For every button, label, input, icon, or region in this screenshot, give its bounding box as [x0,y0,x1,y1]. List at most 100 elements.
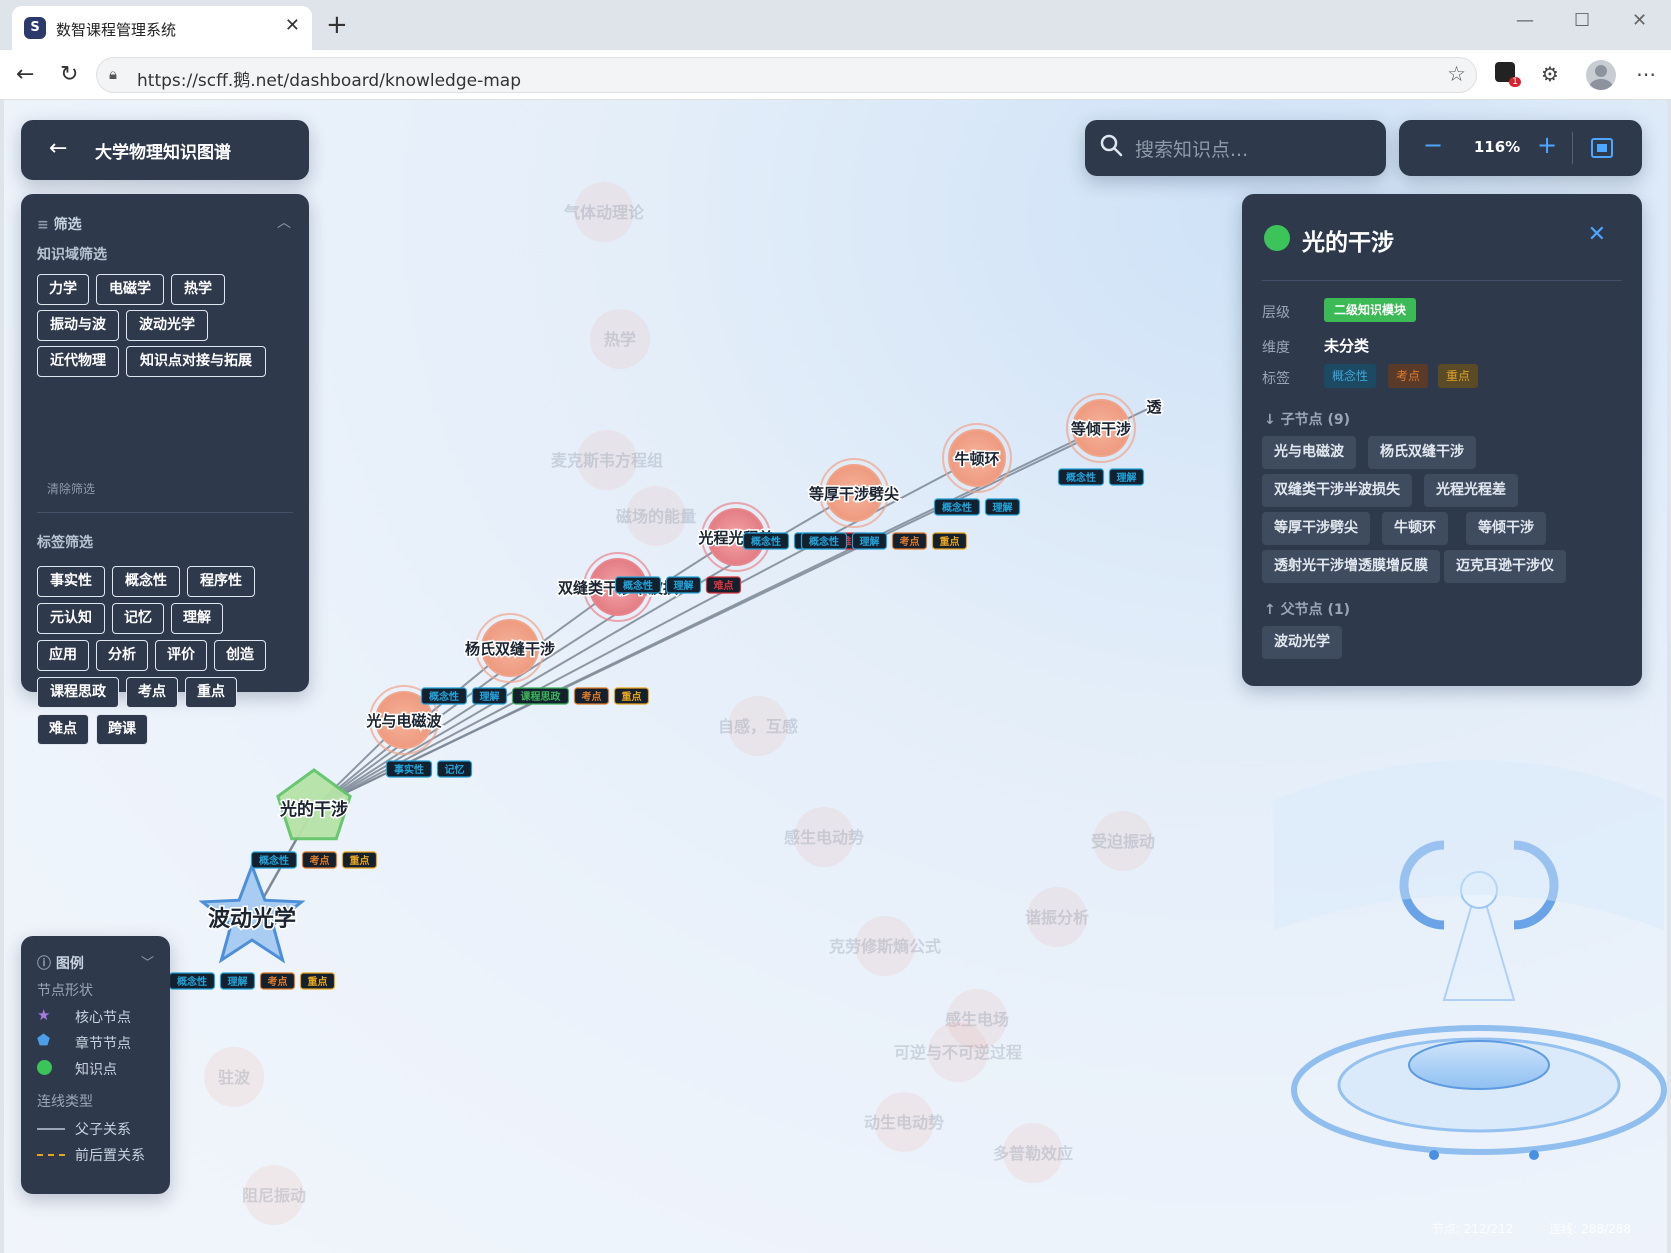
svg-text:重点: 重点 [308,975,328,988]
svg-text:概念性: 概念性 [429,690,459,703]
extension-notification-icon[interactable]: 1 [1495,62,1521,87]
chapter-node-selected[interactable]: 光的干涉 [276,768,352,841]
tag-chip-remember[interactable]: 记忆 [112,603,164,634]
address-bar[interactable]: 🔒︎ https://scff.鹅.net/dashboard/knowledg… [96,57,1477,93]
search-input[interactable]: 搜索知识点... [1135,135,1248,162]
child-node-4[interactable]: 等厚干涉劈尖 [1262,512,1370,545]
child-node-1[interactable]: 杨氏双缝干涉 [1368,436,1476,469]
level-badge: 二级知识模块 [1324,298,1417,322]
knowledge-point-node[interactable]: 透 [1145,397,1164,418]
node-tag-pill: 难点 [705,576,742,594]
tag-chip-apply[interactable]: 应用 [37,640,89,671]
graph-edges [250,405,1155,919]
knowledge-point-node[interactable]: 等倾干涉 [1066,393,1136,463]
child-node-8[interactable]: 迈克耳逊干涉仪 [1444,550,1566,583]
svg-text:理解: 理解 [674,579,694,592]
domain-chip-extension[interactable]: 知识点对接与拓展 [126,346,266,377]
child-node-0[interactable]: 光与电磁波 [1262,436,1356,469]
favorite-star-icon[interactable]: ☆ [1447,62,1466,86]
site-info-icon[interactable]: 🔒︎ [109,65,117,83]
tag-chip-difficult[interactable]: 难点 [37,714,89,745]
ghost-node-label: 克劳修斯熵公式 [829,937,941,956]
address-url[interactable]: https://scff.鹅.net/dashboard/knowledge-m… [137,66,521,91]
knowledge-point-node[interactable]: 牛顿环 [942,423,1012,493]
tab-close-icon[interactable]: ✕ [285,15,300,36]
tag-chip-analyze[interactable]: 分析 [96,640,148,671]
profile-avatar[interactable] [1586,60,1616,90]
window-minimize-button[interactable]: — [1516,10,1534,31]
child-node-3[interactable]: 光程光程差 [1424,474,1518,507]
tag-chip-procedural[interactable]: 程序性 [187,566,255,597]
window-maximize-button[interactable]: ☐ [1574,10,1590,31]
node-tag-pill: 理解 [219,972,256,990]
tag-chip-understand[interactable]: 理解 [171,603,223,634]
tag-chip-ideology[interactable]: 课程思政 [37,677,119,708]
parents-heading: ↑ 父节点 (1) [1264,599,1350,619]
ghost-node-label: 磁场的能量 [616,507,696,526]
knowledge-map-canvas[interactable]: 气体动理论 热学 麦克斯韦方程组 磁场的能量 自感，互感 感生电动势 克劳修斯熵公式 感生电场… [4,100,1667,1253]
browser-tab[interactable]: S 数智课程管理系统 ✕ [12,6,312,50]
ghost-node-label: 气体动理论 [563,203,645,222]
graph-nodes[interactable]: 波动光学概念性 理解 考点 重点光的干涉概念性 考点 重点光与电磁波事实性 记忆杨氏双缝干涉… [168,393,1164,990]
collapse-chevron-up-icon[interactable]: ︿ [277,212,291,232]
domain-chip-oscillation-wave[interactable]: 振动与波 [37,310,119,341]
knowledge-point-label: 透 [1146,398,1162,416]
knowledge-point-node[interactable]: 杨氏双缝干涉 [463,613,557,683]
window-close-button[interactable]: ✕ [1632,10,1647,31]
tag-chip-evaluate[interactable]: 评价 [155,640,207,671]
domain-chip-thermodynamics[interactable]: 热学 [171,274,225,305]
tag-chip-factual[interactable]: 事实性 [37,566,105,597]
zoom-out-button[interactable]: − [1423,131,1443,159]
child-node-5[interactable]: 牛顿环 [1382,512,1448,545]
legend-heading[interactable]: ⓘ 图例 [37,953,84,973]
svg-text:重点: 重点 [622,690,642,703]
core-node[interactable]: 波动光学 [198,861,306,964]
svg-text:难点: 难点 [713,579,734,592]
detail-divider [1262,280,1622,281]
tag-chip-create[interactable]: 创造 [214,640,266,671]
domain-chip-modern-physics[interactable]: 近代物理 [37,346,119,377]
ghost-node-label: 谐振分析 [1025,908,1089,927]
child-node-2[interactable]: 双缝类干涉半波损失 [1262,474,1412,507]
node-tag-pill: 理解 [665,576,702,594]
svg-text:概念性: 概念性 [623,579,653,592]
tag-chip-exam-point[interactable]: 考点 [126,677,178,708]
filter-heading[interactable]: ≡ 筛选 [37,214,82,234]
svg-text:考点: 考点 [582,690,602,703]
clear-filter-link[interactable]: 清除筛选 [47,480,95,497]
node-tag-pill: 理解 [984,498,1021,516]
more-menu-icon[interactable]: ⋯ [1636,62,1656,86]
domain-chip-wave-optics[interactable]: 波动光学 [126,310,208,341]
child-node-6[interactable]: 等倾干涉 [1466,512,1546,545]
reload-icon[interactable]: ↻ [60,61,78,89]
close-icon[interactable]: ✕ [1588,222,1606,247]
fit-view-icon[interactable] [1591,138,1613,158]
domain-chip-mechanics[interactable]: 力学 [37,274,89,305]
tag-chip-key-point[interactable]: 重点 [185,677,237,708]
node-tag-pill: 概念性 [1057,468,1105,486]
parent-node-0[interactable]: 波动光学 [1262,626,1342,659]
zoom-in-button[interactable]: + [1537,131,1557,159]
node-count: 节点: 212/212 [1431,1222,1514,1236]
child-node-7[interactable]: 透射光干涉增透膜增反膜 [1262,550,1440,583]
node-status-dot [1264,225,1290,251]
core-node-label: 波动光学 [208,906,296,932]
tag-chip-cross-course[interactable]: 跨课 [96,714,148,745]
node-tag-pill: 重点 [613,687,650,705]
tag-chip-conceptual[interactable]: 概念性 [112,566,180,597]
extensions-puzzle-icon[interactable]: ⚙ [1541,62,1559,86]
legend-collapse-chevron-icon[interactable]: ﹀ [141,952,154,971]
info-icon: ⓘ [37,956,51,972]
legend-core-label: 核心节点 [75,1010,131,1026]
back-arrow-icon[interactable]: ← [49,136,67,161]
ghost-node-label: 阻尼振动 [242,1186,306,1205]
children-heading: ↓ 子节点 (9) [1264,409,1350,429]
domain-chip-electromagnetism[interactable]: 电磁学 [96,274,164,305]
back-arrow-icon[interactable]: ← [16,61,34,89]
knowledge-point-node[interactable]: 等厚干涉劈尖 [807,458,901,528]
tag-chip-metacognitive[interactable]: 元认知 [37,603,105,634]
node-tag-pill: 考点 [573,687,610,705]
new-tab-button[interactable]: + [326,8,348,42]
svg-text:考点: 考点 [310,854,330,867]
legend-prereq-label: 前后置关系 [75,1148,145,1164]
